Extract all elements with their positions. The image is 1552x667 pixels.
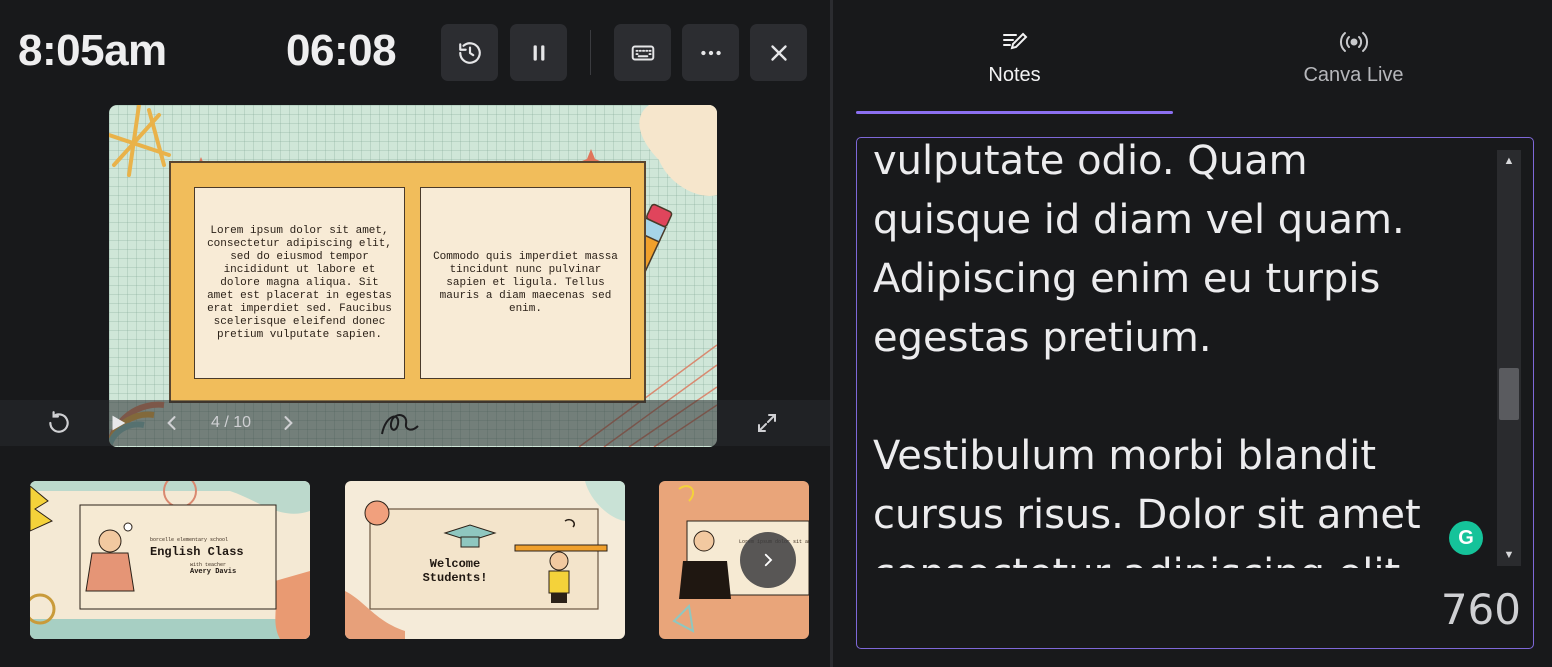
scribble-icon [381,414,419,435]
chevron-right-icon [764,553,773,567]
tab-canva-live[interactable]: Canva Live [1195,30,1512,114]
slide-text-card-right: Commodo quis imperdiet massa tincidunt n… [420,187,631,379]
slide-text-right: Commodo quis imperdiet massa tincidunt n… [433,250,618,315]
notes-viewport: vulputate odio. Quam quisque id diam vel… [873,138,1493,568]
history-button[interactable] [441,24,498,81]
close-button[interactable] [750,24,807,81]
speaker-notes-editor[interactable]: vulputate odio. Quam quisque id diam vel… [856,137,1534,649]
slide-thumbnail-2[interactable]: Welcome Students! [345,481,625,639]
thumbnail-2-title-line2: Students! [422,571,488,585]
presenter-panel: 8:05am 06:08 Lorem ipsum dolor sit amet,… [0,0,830,667]
scrollbar-thumb[interactable] [1499,368,1519,420]
chevron-right-icon [284,416,293,430]
play-button[interactable] [106,400,130,446]
thumbnails-next-button[interactable] [740,532,796,588]
active-tab-indicator [856,111,1173,114]
current-time: 8:05am [18,26,167,75]
ellipsis-icon [700,50,721,55]
expand-icon [758,414,776,432]
chevron-left-icon [167,416,176,430]
notes-scrollbar[interactable]: ▲ ▼ [1497,150,1521,566]
scroll-down-button[interactable]: ▼ [1497,544,1521,566]
slide-thumbnail-1[interactable]: borcelle elementary school English Class… [30,481,310,639]
previous-slide-button[interactable] [160,400,184,446]
tab-notes[interactable]: Notes [856,30,1173,114]
thumbnail-1-school: borcelle elementary school [150,537,229,543]
notes-text[interactable]: vulputate odio. Quam quisque id diam vel… [873,138,1493,568]
next-slide-button[interactable] [276,400,300,446]
slide-content-frame: Lorem ipsum dolor sit amet, consectetur … [169,161,646,403]
tab-notes-label: Notes [988,64,1041,86]
thumbnail-1-teacher: Avery Davis [190,568,237,576]
thumbnail-2-title-line1: Welcome [429,557,481,571]
pause-button[interactable] [510,24,567,81]
thumbnail-1-title: English Class [150,545,244,559]
broadcast-icon [1339,32,1368,52]
toolbar-divider [590,30,591,75]
more-options-button[interactable] [682,24,739,81]
notes-edit-icon [1002,32,1027,50]
notes-panel: Notes Canva Live vulputate odio. Quam qu… [833,0,1552,667]
page-indicator: 4 / 10 [210,414,252,431]
slide-controls-bar: 4 / 10 [0,400,830,446]
replay-button[interactable] [44,400,74,446]
character-count: 760 [1440,585,1521,634]
grammarly-icon[interactable]: G [1449,521,1483,555]
keyboard-icon [631,45,654,60]
draw-button[interactable] [376,400,424,446]
presentation-timer: 06:08 [286,26,397,75]
scroll-up-button[interactable]: ▲ [1497,150,1521,172]
close-icon [770,44,787,61]
play-icon [112,415,126,431]
pause-icon [533,44,544,61]
keyboard-shortcuts-button[interactable] [614,24,671,81]
history-icon [458,41,481,64]
thumbnail-2-text: Welcome Students! [405,557,505,585]
slide-text-left: Lorem ipsum dolor sit amet, consectetur … [207,224,392,341]
current-slide: Lorem ipsum dolor sit amet, consectetur … [109,105,717,447]
replay-icon [49,411,69,433]
thumbnail-1-text: borcelle elementary school English Class… [150,537,290,576]
fullscreen-button[interactable] [752,400,782,446]
slide-text-card-left: Lorem ipsum dolor sit amet, consectetur … [194,187,405,379]
tab-canva-live-label: Canva Live [1303,64,1404,86]
